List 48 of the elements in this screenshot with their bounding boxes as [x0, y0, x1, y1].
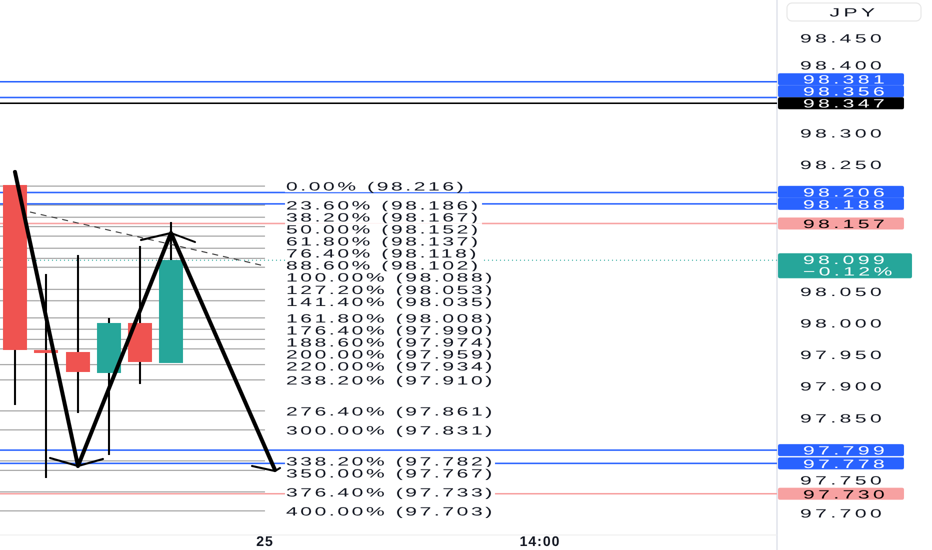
- price-tag-value: 98.157: [803, 218, 888, 231]
- price-tag-value: 97.730: [803, 488, 888, 502]
- price-label: 97.900: [800, 380, 886, 394]
- fib-level-label: 38.20% (98.167): [286, 211, 481, 224]
- fib-level-label: 238.20% (97.910): [286, 374, 495, 388]
- fib-level-label: 300.00% (97.831): [286, 424, 495, 438]
- price-label: 98.050: [800, 285, 886, 299]
- price-tag-value: 98.381: [803, 73, 888, 87]
- time-label: 14:00: [520, 533, 560, 549]
- fib-level-label: 141.40% (98.035): [286, 295, 495, 309]
- price-label: 97.700: [800, 506, 886, 520]
- fib-level-label: 61.80% (98.137): [286, 235, 481, 248]
- price-label: 97.850: [800, 412, 886, 426]
- price-tag-value: 98.206: [803, 186, 888, 200]
- price-change: −0.12%: [803, 265, 896, 279]
- price-label: 98.400: [800, 59, 886, 73]
- fib-level-label: 50.00% (98.152): [286, 223, 481, 236]
- time-label: 25: [256, 533, 274, 549]
- price-tag-value: 97.778: [803, 457, 888, 471]
- price-tag-value: 98.347: [803, 97, 888, 111]
- price-tag-value: 98.356: [803, 85, 888, 99]
- fib-level-label: 88.60% (98.102): [286, 259, 481, 272]
- fib-level-label: 200.00% (97.959): [286, 348, 495, 362]
- fib-level-label: 76.40% (98.118): [286, 247, 480, 260]
- price-label: 97.950: [800, 348, 886, 362]
- price-tag-value: 97.799: [803, 444, 888, 458]
- fib-level-label: 23.60% (98.186): [286, 199, 481, 212]
- fib-level-label: 276.40% (97.861): [286, 404, 495, 418]
- price-label: 98.250: [800, 158, 886, 172]
- currency-button[interactable]: [786, 2, 922, 22]
- fib-level-label: 376.40% (97.733): [286, 486, 495, 500]
- fib-level-label: 220.00% (97.934): [286, 360, 495, 374]
- price-label: 98.450: [800, 32, 886, 46]
- price-label: 98.000: [800, 316, 886, 330]
- fib-level-label: 0.00% (98.216): [286, 180, 466, 194]
- fib-level-label: 350.00% (97.767): [286, 466, 495, 480]
- fib-level-label: 127.20% (98.053): [286, 283, 495, 297]
- fib-level-label: 400.00% (97.703): [286, 504, 495, 518]
- price-label: 97.750: [800, 474, 886, 488]
- fib-level-label: 100.00% (98.088): [286, 271, 495, 284]
- price-label: 98.300: [800, 126, 886, 140]
- price-tag-value: 98.099: [803, 254, 888, 268]
- currency-button-label[interactable]: JPY: [830, 6, 878, 20]
- fib-level-label: 161.80% (98.008): [286, 312, 495, 326]
- price-tag-value: 98.188: [803, 198, 888, 212]
- fib-level-label: 176.40% (97.990): [286, 324, 495, 338]
- fib-level-label: 188.60% (97.974): [286, 336, 495, 350]
- fib-level-label: 338.20% (97.782): [286, 454, 495, 468]
